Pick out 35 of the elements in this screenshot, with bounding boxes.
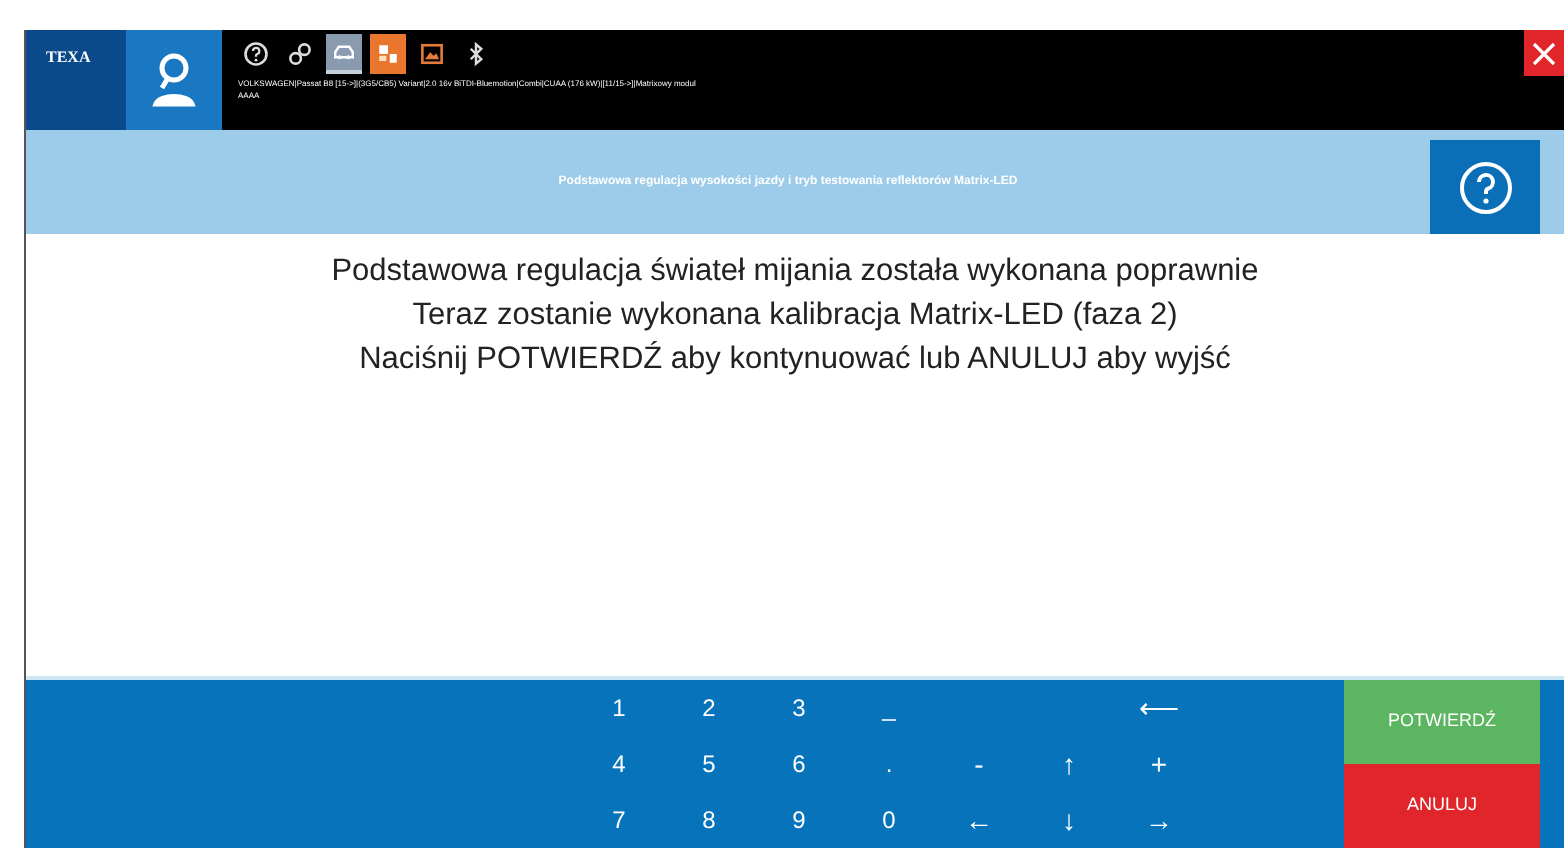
help-button[interactable] (1430, 140, 1540, 234)
link-icon (286, 40, 314, 68)
keypad-key[interactable]: 1 (574, 690, 664, 726)
close-button[interactable] (1524, 30, 1564, 76)
keypad-key[interactable]: + (1114, 743, 1204, 785)
keypad-key[interactable]: → (1114, 799, 1204, 841)
brand-logo: TEXA (26, 30, 126, 130)
keypad-key[interactable]: 4 (574, 746, 664, 782)
help-icon (242, 40, 270, 68)
confirm-button[interactable]: POTWIERDŹ (1344, 680, 1540, 764)
user-search-icon (150, 50, 198, 110)
keypad-key[interactable]: ↓ (1024, 799, 1114, 841)
close-icon (1532, 41, 1556, 65)
keypad-key[interactable]: 8 (664, 802, 754, 838)
help-icon (1457, 159, 1513, 215)
keypad-key[interactable]: 2 (664, 690, 754, 726)
keypad-key[interactable]: . (844, 746, 934, 782)
keypad-key[interactable]: 7 (574, 802, 664, 838)
user-search-button[interactable] (126, 30, 222, 130)
image-icon (418, 40, 446, 68)
message-line: Teraz zostanie wykonana kalibracja Matrix-LED (faza 2) (412, 296, 1178, 336)
cancel-button[interactable]: ANULUJ (1344, 764, 1540, 848)
keypad-key[interactable]: _ (844, 690, 934, 726)
keypad-key[interactable]: - (934, 743, 1024, 785)
keypad-key[interactable]: ⟵ (1114, 687, 1204, 729)
message-line: Podstawowa regulacja świateł mijania została wykonana poprawnie (331, 252, 1259, 292)
keypad-key[interactable]: 5 (664, 746, 754, 782)
tools-icon (374, 40, 402, 68)
keypad-key[interactable]: ← (934, 799, 1024, 841)
keypad-key[interactable]: ↑ (1024, 743, 1114, 785)
keypad-key[interactable]: 3 (754, 690, 844, 726)
keypad-key[interactable]: 6 (754, 746, 844, 782)
message-line: Naciśnij POTWIERDŹ aby kontynuować lub ANULUJ aby wyjść (359, 339, 1231, 380)
keypad-key[interactable]: 0 (844, 802, 934, 838)
keypad-key[interactable]: 9 (754, 802, 844, 838)
